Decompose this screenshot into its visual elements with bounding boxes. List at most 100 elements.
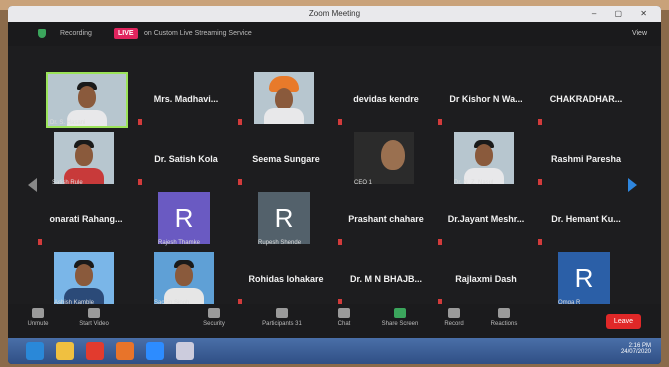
participant-label: Satish Rule [52,180,83,186]
window-icon[interactable] [176,342,194,360]
reactions-label: Reactions [490,321,518,327]
participant-tile[interactable]: Seema Sungare [236,132,336,187]
folder-icon[interactable] [56,342,74,360]
muted-mic-icon [538,179,542,185]
participant-tile[interactable]: Dr. M N BHAJB... [336,252,436,307]
shield-icon[interactable] [38,29,46,38]
participant-video [254,72,314,124]
face [381,140,405,170]
participant-avatar: R [258,192,310,244]
participant-name: Mrs. Madhavi... [153,94,219,104]
clock-date: 24/07/2020 [620,349,651,355]
muted-mic-icon [438,119,442,125]
participant-tile[interactable]: Mrs. Madhavi... [136,72,236,127]
participant-name: Dr. M N BHAJB... [349,274,422,284]
participant-tile[interactable]: R Rupesh Shende [236,192,336,247]
record-label: Record [444,321,464,327]
participant-tile[interactable]: Dr. Satish Kola [136,132,236,187]
window-controls[interactable]: – ▢ ✕ [592,6,655,22]
participants-button[interactable]: Participants 31 [256,308,308,327]
zoom-window: Zoom Meeting – ▢ ✕ Recording LIVE on Cus… [8,6,661,364]
chrome-icon[interactable] [86,342,104,360]
participant-tile[interactable]: Rajlaxmi Dash [436,252,536,307]
participant-tile[interactable]: Dr. N. Z. Nasul [436,132,536,187]
microphone-icon [32,308,44,318]
start-video-button[interactable]: Start Video [68,308,120,327]
participant-tile[interactable]: devidas kendre [336,72,436,127]
body [264,108,304,124]
muted-mic-icon [138,179,142,185]
participant-tile[interactable]: R Rajesh Thamke [136,192,236,247]
participant-label: Dr. N. Z. Nasul [454,180,494,186]
reactions-button[interactable]: Reactions [478,308,530,327]
participant-tile[interactable]: Ashish Kamble [36,252,136,307]
participant-name: devidas kendre [353,94,419,104]
windows-taskbar: 2:16 PM 24/07/2020 [8,338,661,364]
participant-tile[interactable]: CHAKRADHAR... [536,72,636,127]
face [175,264,193,286]
muted-mic-icon [538,239,542,245]
system-clock[interactable]: 2:16 PM 24/07/2020 [621,343,651,355]
muted-mic-icon [238,179,242,185]
chat-button[interactable]: Chat [318,308,370,327]
face [78,86,96,108]
participant-tile[interactable]: Dr Kishor N Wa... [436,72,536,127]
participant-label: Rupesh Shende [258,240,302,246]
participant-name: Dr. Satish Kola [154,154,218,164]
title-bar: Zoom Meeting – ▢ ✕ [8,6,661,22]
firefox-icon[interactable] [116,342,134,360]
participant-name: Prashant chahare [348,214,424,224]
participant-tile[interactable]: Rohidas lohakare [236,252,336,307]
participant-name: Rohidas lohakare [248,274,324,284]
participant-tile[interactable]: Dr. Hemant Ku... [536,192,636,247]
participants-count: 31 [295,321,302,327]
participant-avatar: R [158,192,210,244]
start-video-label: Start Video [79,321,109,327]
shield-icon [208,308,220,318]
participant-tile[interactable]: Prashant chahare [336,192,436,247]
record-button[interactable]: Record [428,308,480,327]
share-screen-icon [394,308,406,318]
share-screen-label: Share Screen [381,321,419,327]
participant-tile[interactable] [236,72,336,127]
chat-bubble-icon [338,308,350,318]
record-icon [448,308,460,318]
participant-name: Dr Kishor N Wa... [449,94,523,104]
people-icon [276,308,288,318]
meeting-toolbar: Unmute Start Video Security Participants… [8,304,661,338]
participant-label: Dr. S. Hasani [50,120,86,126]
muted-mic-icon [438,239,442,245]
participant-avatar: R [558,252,610,304]
smiley-icon [498,308,510,318]
live-badge: LIVE [114,28,138,39]
participant-label: CEO 1 [354,180,373,186]
live-stream-menu[interactable]: on Custom Live Streaming Service [144,30,252,37]
leave-button[interactable]: Leave [605,314,641,329]
participant-tile[interactable]: CEO 1 [336,132,436,187]
participant-tile[interactable]: Satish Rule [36,132,136,187]
security-label: Security [203,321,225,327]
view-button[interactable]: View [632,30,647,37]
unmute-button[interactable]: Unmute [12,308,64,327]
participant-tile[interactable]: Rashmi Paresha [536,132,636,187]
participant-video [54,252,114,304]
participant-tile[interactable]: Dr.Jayant Meshr... [436,192,536,247]
face [275,88,293,110]
unmute-label: Unmute [27,321,49,327]
recording-status: Recording [60,30,92,37]
ie-icon[interactable] [26,342,44,360]
participant-tile[interactable]: Sachin Singh [136,252,236,307]
camera-icon [88,308,100,318]
participant-tile[interactable]: R Omga R [536,252,636,307]
share-screen-button[interactable]: Share Screen [374,308,426,327]
participants-label: Participants [262,321,294,327]
participant-tile[interactable]: onarati Rahang... [36,192,136,247]
chat-label: Chat [337,321,351,327]
muted-mic-icon [338,119,342,125]
participant-tile[interactable]: Dr. S. Hasani [36,72,136,128]
zoom-icon[interactable] [146,342,164,360]
participant-label: Rajesh Thamke [158,240,200,246]
participant-video [354,132,414,184]
security-button[interactable]: Security [188,308,240,327]
face [75,264,93,286]
